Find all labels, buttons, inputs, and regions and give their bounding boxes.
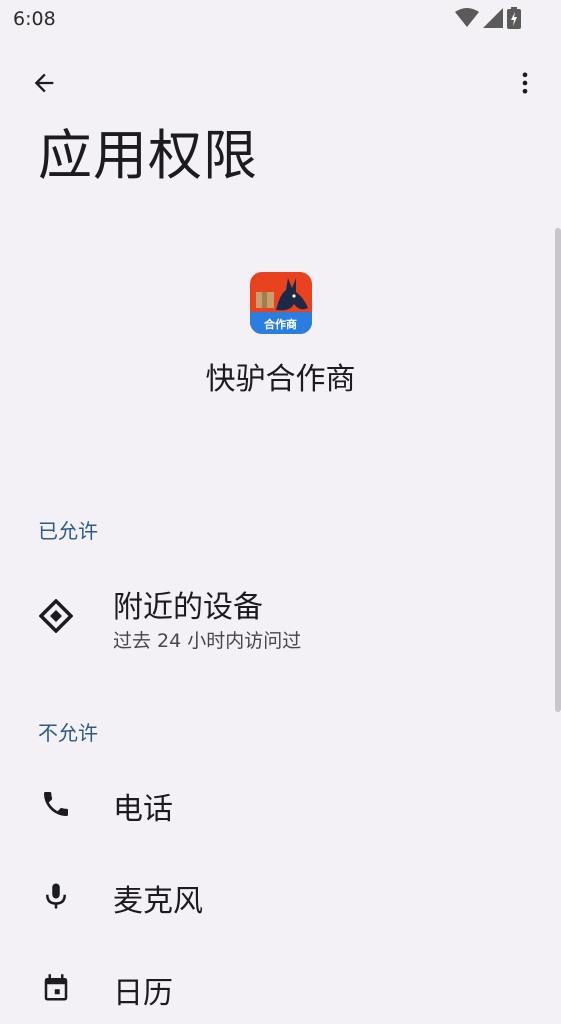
wifi-icon — [455, 8, 479, 27]
calendar-icon — [36, 968, 76, 1008]
app-icon-badge: 合作商 — [264, 318, 297, 331]
microphone-icon — [36, 876, 76, 916]
page-title: 应用权限 — [38, 124, 258, 187]
permission-item-calendar[interactable]: 日历 — [0, 952, 561, 1024]
top-app-bar — [0, 52, 561, 112]
permission-title: 麦克风 — [113, 884, 203, 919]
permission-title: 日历 — [113, 976, 173, 1011]
nearby-devices-icon — [36, 596, 76, 636]
permission-title: 附近的设备 — [113, 590, 263, 625]
arrow-back-icon — [34, 73, 54, 93]
permission-item-microphone[interactable]: 麦克风 — [0, 860, 561, 932]
permission-title: 电话 — [113, 792, 173, 827]
permission-subtitle: 过去 24 小时内访问过 — [113, 630, 302, 652]
battery-icon — [507, 7, 521, 29]
more-options-button[interactable] — [503, 61, 547, 105]
section-header-allowed: 已允许 — [38, 519, 98, 543]
phone-icon — [36, 784, 76, 824]
permission-item-nearby-devices[interactable]: 附近的设备 过去 24 小时内访问过 — [0, 570, 561, 666]
status-bar: 6:08 — [0, 0, 561, 38]
app-name: 快驴合作商 — [205, 362, 356, 397]
signal-icon — [483, 8, 503, 28]
section-header-denied: 不允许 — [38, 721, 98, 745]
status-icons — [455, 7, 521, 29]
more-vert-icon — [522, 72, 528, 94]
app-header: 合作商 快驴合作商 — [0, 272, 561, 398]
permission-item-phone[interactable]: 电话 — [0, 768, 561, 840]
back-button[interactable] — [22, 61, 66, 105]
status-time: 6:08 — [13, 8, 56, 30]
app-icon: 合作商 — [249, 272, 312, 334]
